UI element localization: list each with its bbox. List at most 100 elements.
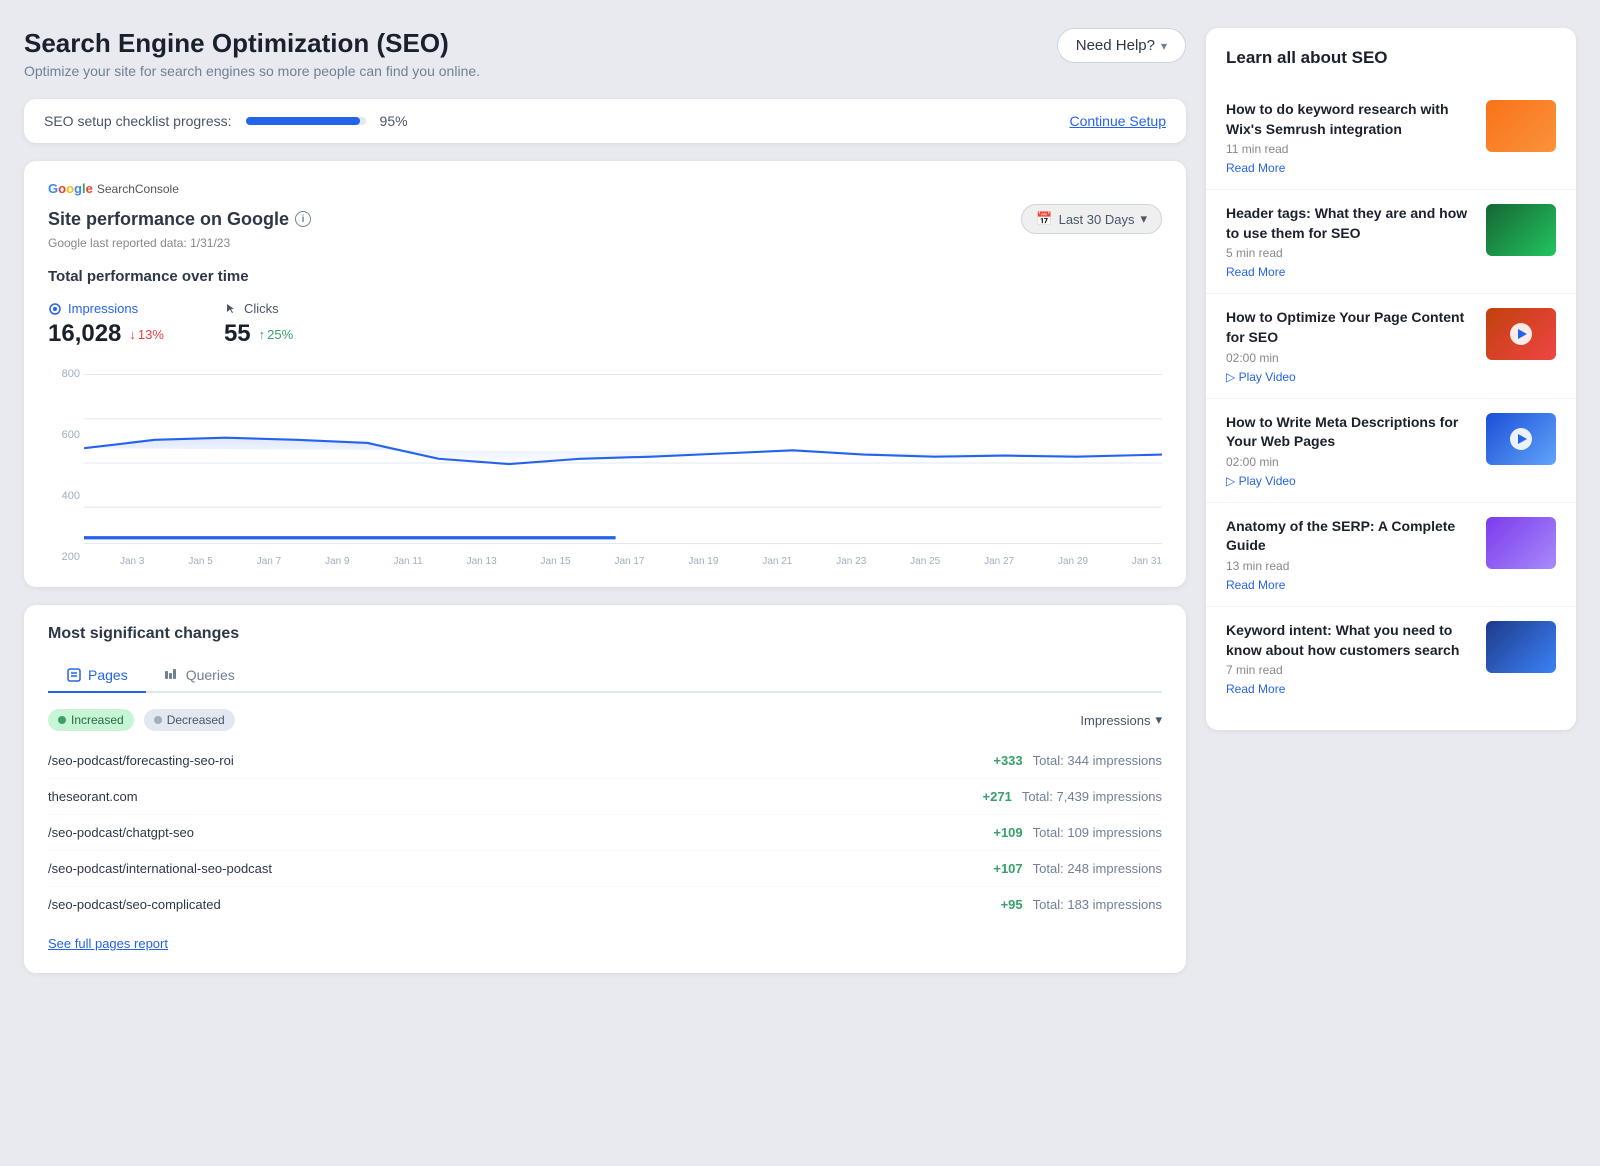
row-url: theseorant.com [48, 789, 138, 804]
continue-setup-link[interactable]: Continue Setup [1069, 113, 1166, 129]
sidebar-item-meta: 5 min read [1226, 246, 1472, 260]
table-row: /seo-podcast/chatgpt-seo +109 Total: 109… [48, 815, 1162, 851]
play-triangle-icon [1518, 434, 1527, 444]
sidebar-thumb [1486, 413, 1556, 465]
sidebar-item-meta: 02:00 min [1226, 351, 1472, 365]
chart-area [84, 364, 1162, 544]
play-triangle-icon [1518, 329, 1527, 339]
gsc-last-reported: Google last reported data: 1/31/23 [48, 236, 1162, 250]
tab-pages[interactable]: Pages [48, 659, 146, 693]
sidebar-thumb [1486, 100, 1556, 152]
row-stats: +95 Total: 183 impressions [1001, 897, 1162, 912]
info-icon[interactable]: i [295, 211, 311, 227]
sidebar-item-meta: 13 min read [1226, 559, 1472, 573]
see-full-report-link[interactable]: See full pages report [48, 936, 168, 951]
thumb-bg [1486, 413, 1556, 465]
sidebar-title: Learn all about SEO [1206, 48, 1576, 68]
progress-percent: 95% [380, 113, 408, 129]
sidebar-item-content: Keyword intent: What you need to know ab… [1226, 621, 1472, 696]
sidebar-item-title: Header tags: What they are and how to us… [1226, 204, 1472, 243]
sidebar-item-content: How to Write Meta Descriptions for Your … [1226, 413, 1472, 488]
row-change: +109 [993, 825, 1022, 840]
thumb-bg [1486, 517, 1556, 569]
chart-y-labels: 800 600 400 200 [48, 364, 80, 567]
sidebar-item-link[interactable]: Read More [1226, 161, 1472, 175]
chevron-down-icon: ▾ [1161, 39, 1167, 53]
thumb-bg [1486, 204, 1556, 256]
sidebar-item-link[interactable]: ▷ Play Video [1226, 370, 1472, 384]
progress-track [246, 117, 366, 125]
chart-svg [84, 364, 1162, 543]
sidebar-thumb [1486, 517, 1556, 569]
impressions-value: 16,028 ↓ 13% [48, 320, 164, 348]
gsc-logo-text: SearchConsole [97, 182, 179, 196]
row-total: Total: 109 impressions [1033, 825, 1162, 840]
clicks-change: ↑ 25% [259, 327, 294, 342]
calendar-icon: 📅 [1036, 211, 1052, 227]
tabs-row: Pages Queries [48, 659, 1162, 693]
progress-fill [246, 117, 360, 125]
sidebar-item-link[interactable]: Read More [1226, 578, 1472, 592]
need-help-button[interactable]: Need Help? ▾ [1057, 28, 1186, 63]
clicks-value: 55 ↑ 25% [224, 320, 293, 348]
sidebar-item-title: Keyword intent: What you need to know ab… [1226, 621, 1472, 660]
sidebar-item-content: Header tags: What they are and how to us… [1226, 204, 1472, 279]
thumb-bg [1486, 308, 1556, 360]
checklist-bar: SEO setup checklist progress: 95% Contin… [24, 99, 1186, 143]
row-stats: +107 Total: 248 impressions [993, 861, 1162, 876]
sidebar-item-content: How to Optimize Your Page Content for SE… [1226, 308, 1472, 383]
row-change: +333 [993, 753, 1022, 768]
sidebar-item-link[interactable]: ▷ Play Video [1226, 474, 1472, 488]
date-range-dropdown[interactable]: 📅 Last 30 Days ▾ [1021, 204, 1162, 234]
row-total: Total: 183 impressions [1033, 897, 1162, 912]
table-row: theseorant.com +271 Total: 7,439 impress… [48, 779, 1162, 815]
increased-dot [58, 716, 66, 724]
changes-title: Most significant changes [48, 625, 1162, 643]
chevron-down-icon: ▾ [1140, 211, 1147, 227]
chart-x-labels: Jan 3 Jan 5 Jan 7 Jan 9 Jan 11 Jan 13 Ja… [84, 552, 1162, 567]
row-change: +95 [1001, 897, 1023, 912]
play-button-icon[interactable] [1510, 428, 1532, 450]
row-stats: +333 Total: 344 impressions [993, 753, 1162, 768]
page-subtitle: Optimize your site for search engines so… [24, 63, 480, 79]
row-url: /seo-podcast/forecasting-seo-roi [48, 753, 234, 768]
sidebar-item: Anatomy of the SERP: A Complete Guide 13… [1206, 503, 1576, 607]
sidebar-thumb [1486, 204, 1556, 256]
row-stats: +271 Total: 7,439 impressions [983, 789, 1162, 804]
eye-icon [48, 302, 62, 316]
sidebar-item: How to Optimize Your Page Content for SE… [1206, 294, 1576, 398]
thumb-bg [1486, 621, 1556, 673]
tab-queries[interactable]: Queries [146, 659, 253, 693]
table-row: /seo-podcast/forecasting-seo-roi +333 To… [48, 743, 1162, 779]
filter-badges: Increased Decreased [48, 709, 235, 731]
gsc-card: Google SearchConsole Site performance on… [24, 161, 1186, 587]
clicks-label: Clicks [224, 301, 293, 316]
row-url: /seo-podcast/chatgpt-seo [48, 825, 194, 840]
sidebar-thumb [1486, 621, 1556, 673]
sidebar-item-link[interactable]: Read More [1226, 682, 1472, 696]
chevron-down-icon: ▾ [1155, 712, 1162, 728]
sidebar-item-title: How to do keyword research with Wix's Se… [1226, 100, 1472, 139]
sidebar-item-link[interactable]: Read More [1226, 265, 1472, 279]
row-total: Total: 7,439 impressions [1022, 789, 1162, 804]
decreased-filter[interactable]: Decreased [144, 709, 235, 731]
increased-filter[interactable]: Increased [48, 709, 134, 731]
gsc-title: Site performance on Google i [48, 209, 311, 230]
page-header: Search Engine Optimization (SEO) Optimiz… [24, 28, 1186, 79]
gsc-header: Site performance on Google i 📅 Last 30 D… [48, 204, 1162, 234]
row-change: +271 [983, 789, 1012, 804]
need-help-label: Need Help? [1076, 37, 1155, 54]
table-row: /seo-podcast/international-seo-podcast +… [48, 851, 1162, 887]
impressions-sort[interactable]: Impressions ▾ [1080, 712, 1162, 728]
row-url: /seo-podcast/international-seo-podcast [48, 861, 272, 876]
sidebar-item-title: How to Optimize Your Page Content for SE… [1226, 308, 1472, 347]
sidebar-item: Header tags: What they are and how to us… [1206, 190, 1576, 294]
sidebar-item-title: How to Write Meta Descriptions for Your … [1226, 413, 1472, 452]
table-row: /seo-podcast/seo-complicated +95 Total: … [48, 887, 1162, 922]
play-button-icon[interactable] [1510, 323, 1532, 345]
sidebar-item: How to Write Meta Descriptions for Your … [1206, 399, 1576, 503]
sidebar-items: How to do keyword research with Wix's Se… [1206, 86, 1576, 710]
sidebar-item-content: Anatomy of the SERP: A Complete Guide 13… [1226, 517, 1472, 592]
sidebar-item: How to do keyword research with Wix's Se… [1206, 86, 1576, 190]
metrics-row: Impressions 16,028 ↓ 13% Clicks [48, 301, 1162, 348]
